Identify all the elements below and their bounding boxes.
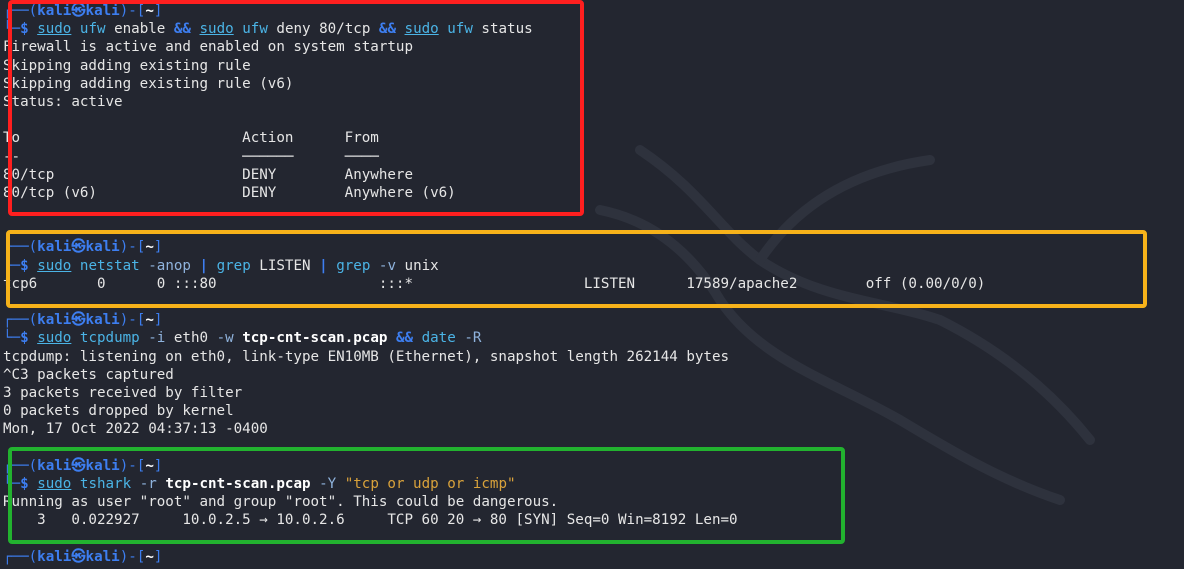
prompt-line: ┌──(kali㉿kali)-[~]	[3, 548, 163, 565]
highlight-box-ufw	[8, 0, 584, 216]
output-line: 3 packets received by filter	[3, 384, 243, 401]
output-line: ^C3 packets captured	[3, 366, 174, 383]
output-line: tcpdump: listening on eth0, link-type EN…	[3, 348, 730, 365]
command-line-tcpdump: └─$ sudo tcpdump -i eth0 -w tcp-cnt-scan…	[3, 330, 482, 347]
output-line: 0 packets dropped by kernel	[3, 403, 234, 420]
highlight-box-tshark	[8, 447, 845, 544]
output-line: Mon, 17 Oct 2022 04:37:13 -0400	[3, 421, 268, 438]
highlight-box-netstat	[6, 230, 1147, 308]
prompt-line: ┌──(kali㉿kali)-[~]	[3, 312, 163, 329]
